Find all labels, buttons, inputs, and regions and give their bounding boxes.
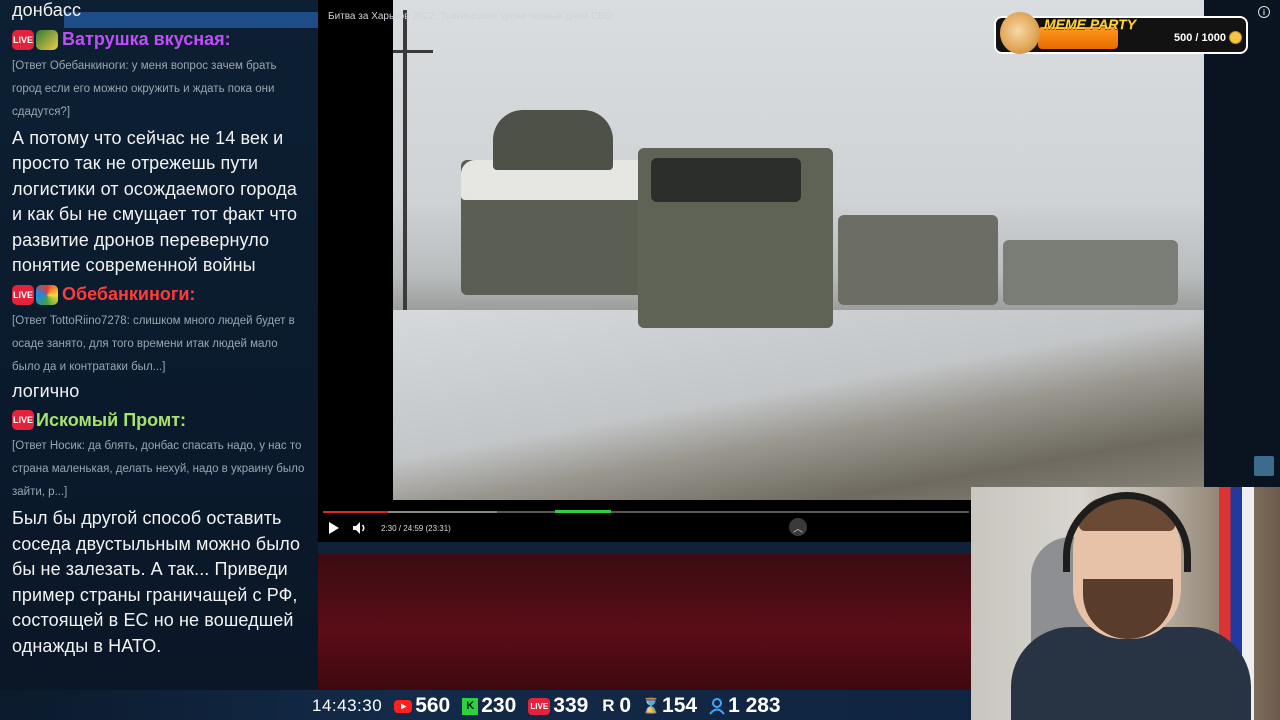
chat-author-name: Искомый Промт: bbox=[36, 409, 187, 430]
stat-twitch: ⌛ 154 bbox=[641, 694, 698, 718]
webcam-person-body bbox=[1011, 627, 1251, 720]
chat-message: LIVE Искомый Промт: [Ответ Носик: да бля… bbox=[12, 407, 306, 659]
time-display: 2:30 / 24:59 (23:31) bbox=[381, 524, 451, 533]
chat-message-text: Был бы другой способ оставить соседа дву… bbox=[12, 508, 301, 656]
live-badge-icon: LIVE bbox=[12, 284, 34, 305]
video-scene-road bbox=[393, 310, 1204, 500]
live-badge-icon: LIVE bbox=[12, 410, 34, 430]
total-viewers: 1 283 bbox=[728, 694, 781, 717]
chat-message-fragment: донбасс bbox=[12, 0, 82, 20]
progress-played bbox=[323, 511, 388, 513]
live-badge-icon: LIVE bbox=[12, 29, 34, 50]
youtube-viewers: 560 bbox=[415, 694, 451, 717]
coin-icon bbox=[1229, 31, 1242, 44]
stream-overlay: донбасс LIVE Ватрушка вкусная: [Ответ Об… bbox=[0, 0, 1280, 720]
chat-message-text: логично bbox=[12, 380, 80, 401]
user-badge-icon bbox=[36, 284, 58, 305]
video-scene-vehicle bbox=[1003, 240, 1178, 305]
headphones-icon bbox=[1063, 492, 1191, 572]
chat-reply-quote: [Ответ TottoRiino7278: слишком много люд… bbox=[12, 314, 295, 373]
chat-author-name: Ватрушка вкусная: bbox=[62, 29, 231, 49]
vk-live-viewers: 339 bbox=[553, 694, 589, 717]
volume-icon[interactable] bbox=[352, 520, 368, 536]
chat-message: LIVE Обебанкиноги: [Ответ TottoRiino7278… bbox=[12, 282, 306, 405]
mini-thumbnail bbox=[1254, 456, 1274, 476]
chat-reply-quote: [Ответ Обебанкиноги: у меня вопрос зачем… bbox=[12, 59, 277, 118]
stat-youtube: 560 bbox=[394, 694, 450, 718]
video-scene-pole-bar bbox=[393, 50, 433, 53]
video-title[interactable]: Битва за Харьков 2022. Трагические уроки… bbox=[328, 11, 612, 22]
youtube-icon bbox=[394, 699, 413, 713]
lower-banner bbox=[318, 542, 971, 692]
meme-party-score: 500 / 1000 bbox=[1174, 32, 1226, 44]
video-scene-vehicle bbox=[838, 215, 998, 305]
info-icon[interactable]: i bbox=[1258, 6, 1270, 18]
video-player[interactable]: Битва за Харьков 2022. Трагические уроки… bbox=[318, 0, 1204, 542]
vk-live-icon: LIVE bbox=[528, 697, 551, 715]
webcam-feed bbox=[971, 487, 1280, 720]
rutube-viewers: 0 bbox=[619, 694, 632, 717]
chevron-up-icon[interactable]: ︿ bbox=[789, 518, 807, 536]
video-scene-truck-window bbox=[651, 158, 801, 202]
stat-total: 1 283 bbox=[709, 694, 781, 718]
stat-kick: K 230 bbox=[462, 694, 516, 718]
doge-icon bbox=[1000, 12, 1040, 54]
video-scene-pole bbox=[403, 10, 407, 310]
chat-message: LIVE Ватрушка вкусная: [Ответ Обебанкино… bbox=[12, 27, 306, 279]
kick-viewers: 230 bbox=[481, 694, 517, 717]
viewer-stats: 14:43:30 560 K 230 LIVE 339 R 0 ⌛ 154 1 … bbox=[312, 692, 787, 720]
user-badge-icon bbox=[36, 29, 58, 50]
meme-party-widget: MEME PARTY 500 / 1000 bbox=[994, 12, 1248, 54]
user-icon bbox=[709, 697, 725, 715]
stat-rutube: R 0 bbox=[600, 694, 631, 718]
chat-author-row: LIVE Ватрушка вкусная: bbox=[12, 27, 306, 53]
segment-marker bbox=[555, 510, 611, 513]
video-frame[interactable] bbox=[393, 0, 1204, 500]
chat-author-row: LIVE Искомый Промт: bbox=[12, 407, 306, 433]
stat-vk-live: LIVE 339 bbox=[528, 694, 588, 718]
chat-message-text: А потому что сейчас не 14 век и просто т… bbox=[12, 127, 298, 276]
rutube-icon: R bbox=[602, 696, 615, 715]
chat-panel: донбасс LIVE Ватрушка вкусная: [Ответ Об… bbox=[0, 0, 318, 720]
chat-reply-quote: [Ответ Носик: да блять, донбас спасать н… bbox=[12, 440, 305, 498]
play-icon[interactable] bbox=[327, 521, 341, 535]
video-scene-soldiers bbox=[493, 110, 613, 170]
kick-icon: K bbox=[462, 697, 479, 715]
progress-bar[interactable] bbox=[323, 511, 969, 513]
clock: 14:43:30 bbox=[312, 696, 383, 715]
meme-party-title: MEME PARTY bbox=[1044, 16, 1137, 32]
twitch-icon: ⌛ bbox=[641, 698, 661, 715]
chat-author-row: LIVE Обебанкиноги: bbox=[12, 282, 306, 308]
chat-author-name: Обебанкиноги: bbox=[62, 284, 196, 304]
twitch-viewers: 154 bbox=[662, 694, 698, 717]
